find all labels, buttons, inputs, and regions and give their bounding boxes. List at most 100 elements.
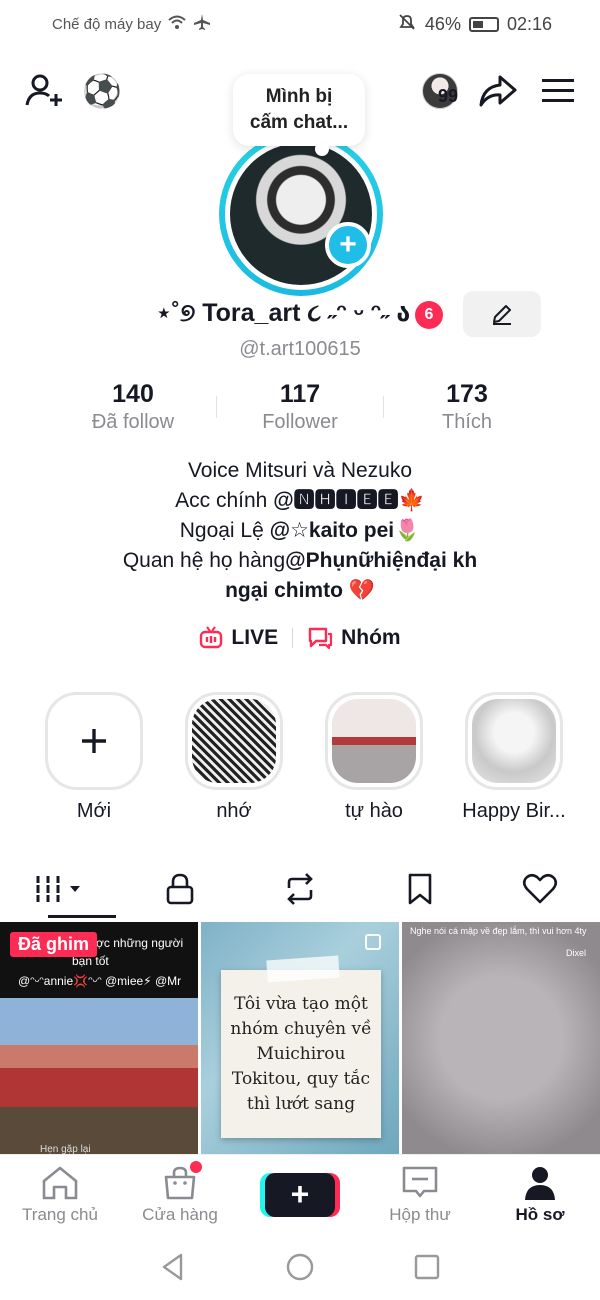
group-label: Nhóm: [341, 626, 401, 649]
likes-count: 173: [446, 380, 488, 408]
inbox-avatar-button[interactable]: 99: [412, 68, 468, 114]
chat-group-icon: [308, 627, 333, 650]
note-paper-text: Tôi vừa tạo một nhóm chuyên về Muichirou…: [221, 970, 381, 1138]
following-label: Đã follow: [91, 411, 175, 433]
followers-label: Follower: [262, 411, 338, 433]
video-footer: Hẹn gặp lại: [40, 1144, 91, 1154]
grid-bars-icon: [35, 876, 80, 902]
highlight-thumbnail: [332, 699, 416, 783]
airplane-icon: [193, 13, 211, 35]
highlight-circle: [45, 692, 143, 790]
airplane-mode-text: Chế độ máy bay: [52, 15, 162, 33]
bio: Voice Mitsuri và Nezuko Acc chính @🅽🅷🅸🅴🅴…: [0, 456, 600, 606]
add-user-icon: [25, 74, 62, 106]
bio-line-4: Quan hệ họ hàng@Phụnữhiệnđại kh: [0, 546, 600, 576]
battery-icon: [468, 16, 499, 32]
highlight-thumbnail: [472, 699, 556, 783]
bookmark-icon: [408, 873, 432, 905]
divider: [292, 628, 294, 648]
bio-mention-relative-cont[interactable]: ngại chimto: [225, 579, 343, 602]
notification-dot: [190, 1161, 202, 1173]
edit-profile-button[interactable]: [463, 291, 541, 337]
video-grid: Đã ghim ược những người bạn tốt @ᵔᵕᵔanni…: [0, 922, 600, 1154]
tab-reposts[interactable]: [240, 860, 360, 918]
likes-stat[interactable]: 173 Thích: [384, 380, 550, 440]
soccer-ball-icon[interactable]: ⚽: [80, 68, 124, 114]
wifi-icon: [167, 14, 187, 34]
content-tabs: [0, 860, 600, 918]
following-stat[interactable]: 140 Đã follow: [50, 380, 216, 440]
note-line-2: cấm chat...: [249, 112, 349, 133]
username-handle: @t.art100615: [239, 338, 361, 360]
inbox-icon: [402, 1166, 438, 1197]
bio-line-1: Voice Mitsuri và Nezuko: [187, 459, 413, 482]
nav-label: Hộp thư: [389, 1204, 451, 1224]
tab-private[interactable]: [120, 860, 240, 918]
video-caption: Dixel: [565, 948, 586, 958]
nav-inbox[interactable]: Hộp thư: [360, 1155, 480, 1234]
nav-shop[interactable]: Cửa hàng: [120, 1155, 240, 1234]
bio-text: Ngoại Lệ: [179, 519, 270, 542]
group-link[interactable]: Nhóm: [307, 626, 401, 650]
following-count: 140: [112, 380, 154, 408]
home-icon: [42, 1166, 78, 1199]
name-row: ⋆˚୭ Tora_art ૮ ˶ᵔ ᵕ ᵔ˶ ა 6: [0, 291, 600, 337]
highlight-item[interactable]: tự hào: [314, 692, 434, 832]
followers-stat[interactable]: 117 Follower: [217, 380, 383, 440]
name-badge: 6: [415, 301, 443, 329]
highlight-circle: [465, 692, 563, 790]
pinned-badge: Đã ghim: [10, 932, 98, 957]
video-thumbnail-pinned[interactable]: Đã ghim ược những người bạn tốt @ᵔᵕᵔanni…: [0, 922, 198, 1154]
highlight-item[interactable]: nhớ: [174, 692, 294, 832]
recents-icon[interactable]: [413, 1253, 441, 1281]
system-nav: [0, 1234, 600, 1300]
highlight-item[interactable]: Happy Bir...: [454, 692, 574, 832]
home-circle-icon[interactable]: [285, 1252, 315, 1282]
live-link[interactable]: LIVE: [199, 626, 278, 650]
followers-count: 117: [279, 380, 321, 408]
maple-leaf-icon: 🍁: [398, 489, 425, 512]
mute-icon: [397, 12, 417, 37]
profile-avatar[interactable]: [219, 132, 383, 296]
tab-liked[interactable]: [480, 860, 600, 918]
live-label: LIVE: [231, 626, 279, 649]
bio-line-2: Acc chính @🅽🅷🅸🅴🅴🍁: [0, 486, 600, 516]
note-bubble[interactable]: Mình bị cấm chat...: [233, 74, 365, 156]
multi-photo-icon: [365, 934, 381, 950]
nav-create[interactable]: +: [240, 1155, 360, 1234]
video-caption: Nghe nói cá mập về đẹp lắm, thì vui hơn …: [410, 926, 587, 936]
display-name: ⋆˚୭ Tora_art ૮ ˶ᵔ ᵕ ᵔ˶ ა: [156, 299, 411, 327]
highlight-new[interactable]: Mới: [34, 692, 154, 832]
heart-icon: [522, 873, 558, 904]
nav-home[interactable]: Trang chủ: [0, 1155, 120, 1234]
highlight-label: tự hào: [345, 800, 403, 822]
highlight-label: nhớ: [216, 800, 252, 822]
video-thumbnail[interactable]: Tôi vừa tạo một nhóm chuyên về Muichirou…: [201, 922, 399, 1154]
story-highlights: Mới nhớ tự hào Happy Bir...: [34, 692, 574, 832]
bottom-nav: Trang chủ Cửa hàng + Hộp thư Hồ sơ: [0, 1154, 600, 1234]
plus-icon: [82, 729, 106, 753]
share-button[interactable]: [476, 68, 520, 114]
pencil-icon: [493, 305, 511, 325]
video-thumbnail[interactable]: Nghe nói cá mập về đẹp lắm, thì vui hơn …: [402, 922, 600, 1154]
highlight-label: Mới: [76, 800, 112, 822]
bio-text: Quan hệ họ hàng: [122, 549, 286, 572]
nav-profile[interactable]: Hồ sơ: [480, 1155, 600, 1234]
bio-mention-main-account[interactable]: @🅽🅷🅸🅴🅴: [273, 489, 398, 512]
profile-links: LIVE Nhóm: [0, 626, 600, 650]
tab-videos[interactable]: [0, 860, 120, 918]
nav-label: Trang chủ: [22, 1204, 98, 1224]
back-icon[interactable]: [159, 1252, 187, 1282]
battery-percent: 46%: [424, 13, 461, 34]
highlight-thumbnail: [192, 699, 276, 783]
tab-saved[interactable]: [360, 860, 480, 918]
nav-label: Cửa hàng: [142, 1204, 218, 1224]
bio-mention-relative[interactable]: @Phụnữhiệnđại kh: [285, 549, 477, 572]
add-friend-button[interactable]: [22, 68, 66, 114]
bio-mention-kaito[interactable]: @☆kaito pei: [270, 519, 395, 542]
stats-row: 140 Đã follow 117 Follower 173 Thích: [50, 380, 550, 440]
menu-button[interactable]: [538, 68, 578, 114]
highlight-circle: [185, 692, 283, 790]
video-caption: ược những người: [88, 936, 184, 950]
add-story-plus-icon[interactable]: +: [325, 222, 371, 268]
